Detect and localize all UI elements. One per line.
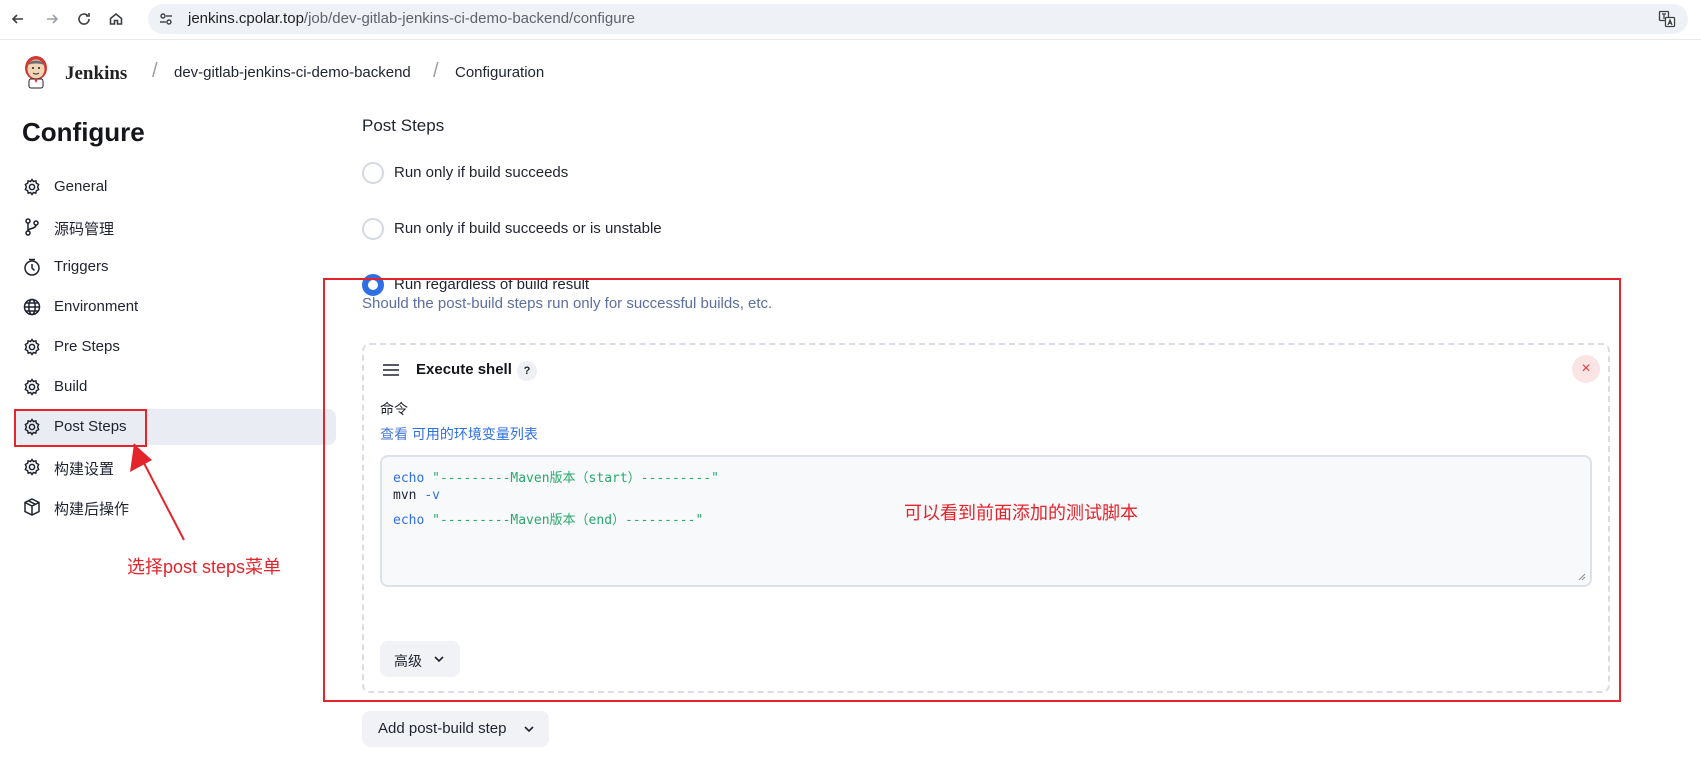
back-icon[interactable] [7,8,29,30]
radio-run-if-succeeds[interactable] [362,162,384,184]
sidebar-item-pre-steps[interactable]: Pre Steps [14,329,336,365]
sidebar-item-general[interactable]: General [14,169,336,205]
page-title: Configure [22,117,145,147]
reload-icon[interactable] [73,8,95,30]
forward-icon[interactable] [41,8,63,30]
chevron-down-icon [524,726,534,733]
annotation-box-step [323,278,1621,702]
sidebar-item-environment[interactable]: Environment [14,289,336,325]
radio-label[interactable]: Run only if build succeeds [394,164,568,181]
sidebar-item-triggers[interactable]: Triggers [14,249,336,285]
sidebar-item-label: General [54,178,108,195]
address-bar[interactable]: jenkins.cpolar.top/job/dev-gitlab-jenkin… [148,4,1688,34]
url-text[interactable]: jenkins.cpolar.top/job/dev-gitlab-jenkin… [188,10,635,27]
sidebar-item-label: 构建后操作 [54,501,130,518]
url-path: /job/dev-gitlab-jenkins-ci-demo-backend/… [303,10,635,27]
sidebar-item-label: 构建设置 [54,461,115,478]
jenkins-brand[interactable]: Jenkins [65,63,127,85]
add-button-label: Add post-build step [378,720,507,737]
url-host: jenkins.cpolar.top [188,10,304,27]
add-post-build-step-button[interactable]: Add post-build step [362,711,549,747]
package-icon [22,497,42,517]
browser-toolbar: jenkins.cpolar.top/job/dev-gitlab-jenkin… [0,0,1701,40]
breadcrumb-separator: / [433,60,439,82]
sidebar-item-build[interactable]: Build [14,369,336,405]
breadcrumb-separator: / [152,60,158,82]
jenkins-header: Jenkins / dev-gitlab-jenkins-ci-demo-bac… [0,41,1701,101]
jenkins-logo-icon[interactable] [22,55,50,89]
section-title: Post Steps [362,116,445,135]
radio-label[interactable]: Run only if build succeeds or is unstabl… [394,220,662,237]
breadcrumb-configuration[interactable]: Configuration [455,64,544,81]
sidebar-item-label: Triggers [54,258,109,275]
globe-icon [22,297,42,317]
radio-run-if-succeeds-or-unstable[interactable] [362,218,384,240]
home-icon[interactable] [105,8,127,30]
gear-icon [22,177,42,197]
sidebar-item-label: Pre Steps [54,338,120,355]
gear-icon [22,337,42,357]
annotation-script-note: 可以看到前面添加的测试脚本 [904,503,1138,523]
sidebar-item-source-code[interactable]: 源码管理 [14,209,336,245]
sidebar-item-label: Build [54,378,88,395]
annotation-arrow-icon [130,443,185,541]
sidebar-item-label: Environment [54,298,139,315]
gear-icon [22,457,42,477]
clock-icon [22,257,42,277]
translate-icon[interactable] [1658,10,1676,28]
site-info-icon[interactable] [158,11,174,27]
gear-icon [22,377,42,397]
sidebar-item-label: 源码管理 [54,221,115,238]
annotation-sidebar-note: 选择post steps菜单 [127,557,282,577]
branch-icon [22,217,42,237]
breadcrumb-job[interactable]: dev-gitlab-jenkins-ci-demo-backend [174,64,411,81]
